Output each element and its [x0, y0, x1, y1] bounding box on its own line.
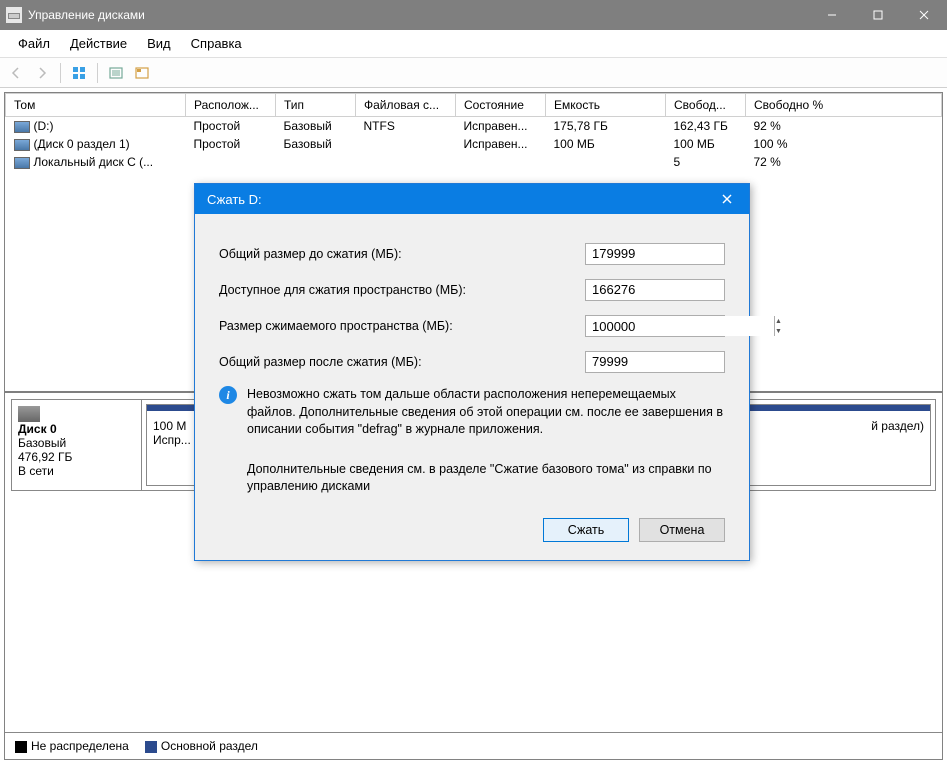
total-before-value: 179999 — [585, 243, 725, 265]
available-label: Доступное для сжатия пространство (МБ): — [219, 283, 585, 297]
maximize-button[interactable] — [855, 0, 901, 30]
cancel-button[interactable]: Отмена — [639, 518, 725, 542]
shrink-dialog: Сжать D: Общий размер до сжатия (МБ): 17… — [194, 183, 750, 561]
total-before-label: Общий размер до сжатия (МБ): — [219, 247, 585, 261]
minimize-button[interactable] — [809, 0, 855, 30]
menu-view[interactable]: Вид — [137, 32, 181, 55]
window-title: Управление дисками — [28, 8, 145, 22]
col-capacity[interactable]: Емкость — [546, 94, 666, 117]
toolbar-forward[interactable] — [30, 61, 54, 85]
dialog-close-button[interactable] — [705, 184, 749, 214]
shrink-amount-input-wrapper: ▲ ▼ — [585, 315, 725, 337]
volume-icon — [14, 139, 30, 151]
menu-bar: Файл Действие Вид Справка — [0, 30, 947, 58]
col-type[interactable]: Тип — [276, 94, 356, 117]
total-after-label: Общий размер после сжатия (МБ): — [219, 355, 585, 369]
legend: Не распределена Основной раздел — [5, 732, 942, 759]
info-icon: i — [219, 386, 237, 404]
col-layout[interactable]: Располож... — [186, 94, 276, 117]
shrink-amount-input[interactable] — [586, 316, 774, 336]
toolbar-help[interactable] — [130, 61, 154, 85]
total-after-value: 79999 — [585, 351, 725, 373]
dialog-title: Сжать D: — [207, 192, 262, 207]
legend-swatch-primary — [145, 741, 157, 753]
col-volume[interactable]: Том — [6, 94, 186, 117]
spinner-down[interactable]: ▼ — [775, 326, 782, 336]
close-button[interactable] — [901, 0, 947, 30]
legend-swatch-unallocated — [15, 741, 27, 753]
col-status[interactable]: Состояние — [456, 94, 546, 117]
partition[interactable]: 100 М Испр... — [146, 404, 200, 486]
available-value: 166276 — [585, 279, 725, 301]
table-row[interactable]: (D:) Простой Базовый NTFS Исправен... 17… — [6, 117, 942, 136]
toolbar — [0, 58, 947, 88]
window-titlebar: Управление дисками — [0, 0, 947, 30]
toolbar-properties[interactable] — [104, 61, 128, 85]
info-text-2: Дополнительные сведения см. в разделе "С… — [247, 461, 725, 496]
dialog-titlebar: Сжать D: — [195, 184, 749, 214]
toolbar-back[interactable] — [4, 61, 28, 85]
volume-icon — [14, 121, 30, 133]
toolbar-refresh[interactable] — [67, 61, 91, 85]
app-icon — [6, 7, 22, 23]
col-freepct[interactable]: Свободно % — [746, 94, 942, 117]
col-fs[interactable]: Файловая с... — [356, 94, 456, 117]
menu-action[interactable]: Действие — [60, 32, 137, 55]
shrink-button[interactable]: Сжать — [543, 518, 629, 542]
spinner-up[interactable]: ▲ — [775, 316, 782, 326]
table-row[interactable]: Локальный диск C (... 5 72 % — [6, 153, 942, 171]
menu-file[interactable]: Файл — [8, 32, 60, 55]
volume-table: Том Располож... Тип Файловая с... Состоя… — [5, 93, 942, 171]
col-free[interactable]: Свобод... — [666, 94, 746, 117]
disk-header[interactable]: Диск 0 Базовый 476,92 ГБ В сети — [12, 400, 142, 490]
menu-help[interactable]: Справка — [181, 32, 252, 55]
shrink-amount-label: Размер сжимаемого пространства (МБ): — [219, 319, 585, 333]
disk-icon — [18, 406, 40, 422]
table-row[interactable]: (Диск 0 раздел 1) Простой Базовый Исправ… — [6, 135, 942, 153]
volume-icon — [14, 157, 30, 169]
info-text-1: Невозможно сжать том дальше области расп… — [247, 386, 725, 439]
